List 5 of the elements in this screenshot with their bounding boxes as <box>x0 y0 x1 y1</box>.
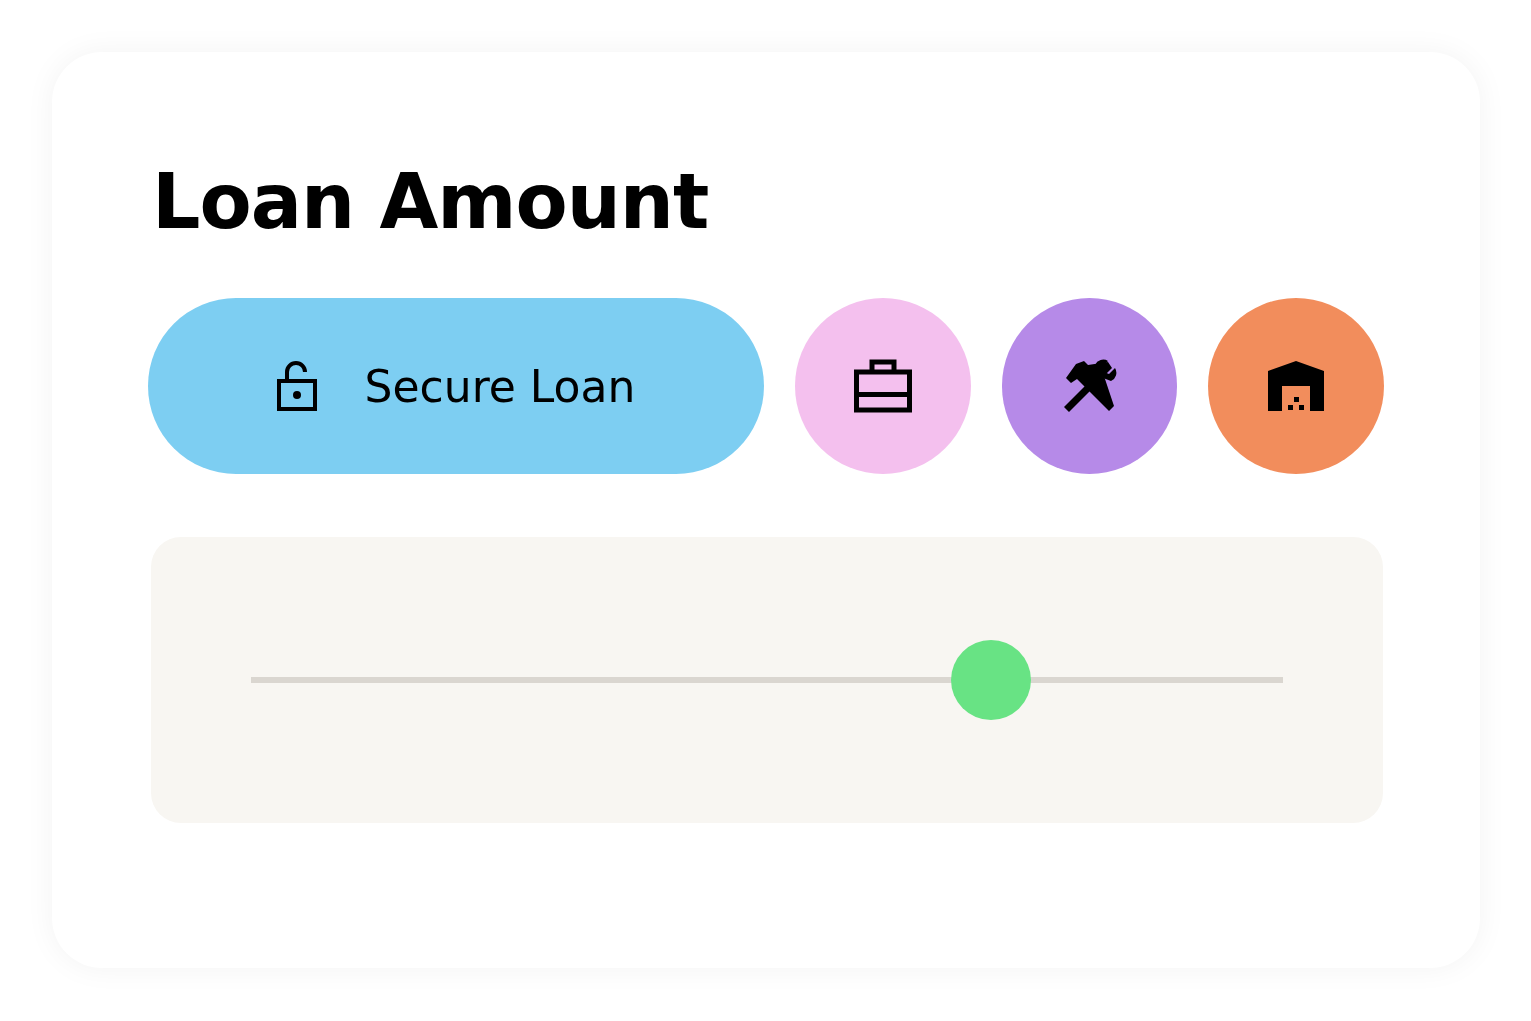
section-title: Loan Amount <box>152 164 710 240</box>
secure-loan-button[interactable]: Secure Loan <box>148 298 764 474</box>
padlock-icon <box>276 361 317 411</box>
briefcase-icon <box>853 359 912 413</box>
warehouse-icon <box>1268 361 1325 411</box>
